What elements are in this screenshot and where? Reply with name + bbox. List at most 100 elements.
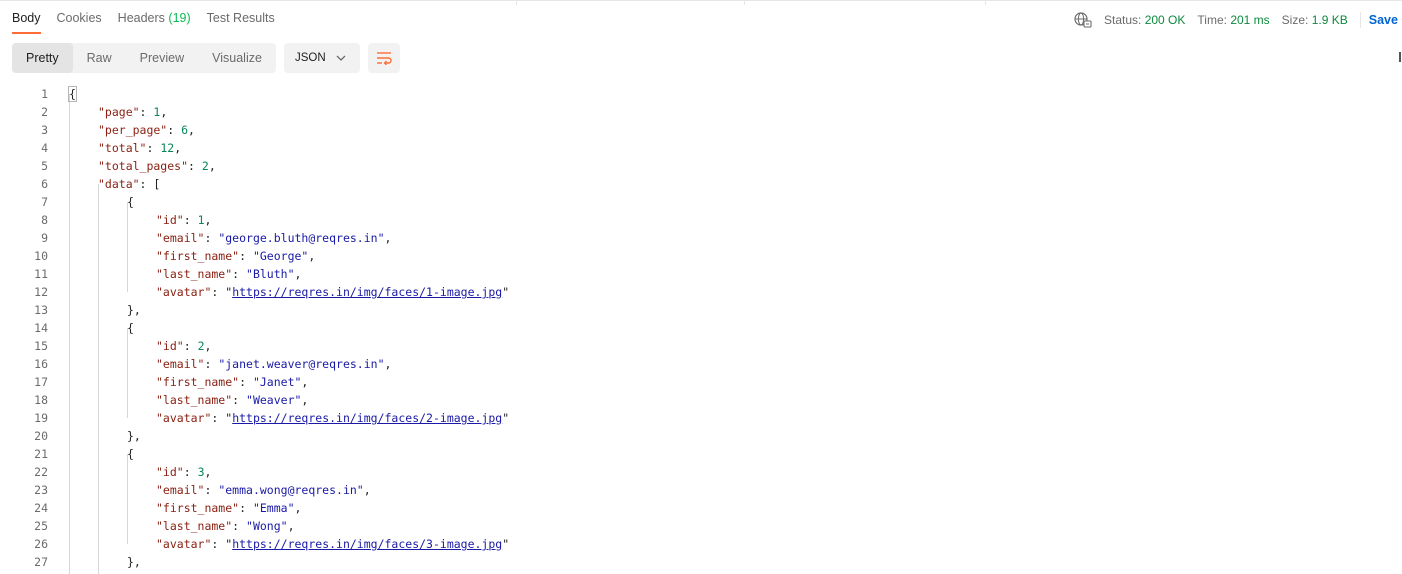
code-text: "per_page": 6, [98, 121, 195, 139]
code-line: 10 "first_name": "George", [0, 247, 1402, 265]
globe-network-icon[interactable] [1074, 12, 1092, 28]
json-colon: : [188, 159, 202, 173]
json-comma: , [301, 393, 309, 407]
code-text: "avatar": "https://reqres.in/img/faces/3… [156, 535, 509, 553]
code-text: "email": "janet.weaver@reqres.in", [156, 355, 391, 373]
line-number: 9 [41, 231, 48, 245]
tab-body[interactable]: Body [12, 11, 41, 34]
json-comma: , [188, 123, 195, 137]
language-dropdown[interactable]: JSON [283, 43, 360, 73]
json-number: 12 [160, 141, 175, 155]
response-body-editor[interactable]: 1{ 2 "page": 1, 3 "per_page": 6, 4 "total": 12… [0, 85, 1402, 574]
json-key: "avatar" [156, 285, 212, 299]
view-raw-button[interactable]: Raw [73, 43, 126, 73]
line-number: 26 [34, 537, 48, 551]
code-line: 25 "last_name": "Wong", [0, 517, 1402, 535]
code-text: "page": 1, [98, 103, 167, 121]
response-status: Status: 200 OK Time: 201 ms Size: 1.9 KB… [1074, 12, 1402, 28]
pane-edge-handle[interactable] [1399, 52, 1401, 62]
time-value: 201 ms [1230, 13, 1270, 27]
json-string: "emma.wong@reqres.in" [218, 483, 364, 497]
json-key: "last_name" [156, 519, 233, 533]
code-text: "first_name": "George", [156, 247, 315, 265]
json-colon: : [146, 141, 161, 155]
headers-count-badge: (19) [168, 11, 191, 25]
response-tab-bar: Body Cookies Headers (19) Test Results S… [0, 0, 1402, 36]
tab-headers[interactable]: Headers (19) [118, 11, 191, 34]
code-line: 12 "avatar": "https://reqres.in/img/faces… [0, 283, 1402, 301]
view-preview-button[interactable]: Preview [126, 43, 198, 73]
json-key: "total_pages" [98, 159, 189, 173]
json-key: "first_name" [156, 249, 240, 263]
wrap-lines-button[interactable] [367, 43, 400, 73]
status-code[interactable]: Status: 200 OK [1104, 13, 1185, 27]
code-line: 21 { [0, 445, 1402, 463]
json-number: 6 [181, 123, 189, 137]
code-text: "total_pages": 2, [98, 157, 216, 175]
code-lines: 1{ 2 "page": 1, 3 "per_page": 6, 4 "total": 12… [0, 85, 1402, 571]
json-url-link[interactable]: https://reqres.in/img/faces/1-image.jpg [232, 285, 502, 299]
code-text: "data": [ [98, 175, 160, 193]
view-visualize-button[interactable]: Visualize [198, 43, 276, 73]
json-colon: : [139, 177, 154, 191]
time-label: Time: [1197, 13, 1227, 27]
line-number: 25 [34, 519, 48, 533]
wrap-lines-icon [376, 52, 392, 65]
save-response-button[interactable]: Save Re [1369, 13, 1402, 27]
json-colon: : [204, 483, 219, 497]
json-colon: : [204, 357, 219, 371]
code-line: 24 "first_name": "Emma", [0, 499, 1402, 517]
json-number: 2 [197, 339, 205, 353]
response-size[interactable]: Size: 1.9 KB [1282, 13, 1348, 27]
json-colon: : [139, 105, 154, 119]
code-text: "email": "george.bluth@reqres.in", [156, 229, 391, 247]
json-colon: : [167, 123, 182, 137]
code-line: 1{ [0, 85, 1402, 103]
json-colon: : [183, 465, 198, 479]
json-comma: , [384, 231, 392, 245]
json-colon: : [183, 339, 198, 353]
json-url-link[interactable]: https://reqres.in/img/faces/2-image.jpg [232, 411, 502, 425]
json-number: 3 [197, 465, 205, 479]
json-key: "last_name" [156, 267, 233, 281]
code-text: "id": 3, [156, 463, 211, 481]
json-url-link[interactable]: https://reqres.in/img/faces/3-image.jpg [232, 537, 502, 551]
code-line: 26 "avatar": "https://reqres.in/img/faces… [0, 535, 1402, 553]
json-bracket: { [127, 195, 134, 209]
body-toolbar: Pretty Raw Preview Visualize JSON [12, 43, 400, 73]
json-key: "email" [156, 231, 205, 245]
json-comma: , [174, 141, 182, 155]
status-label: Status: [1104, 13, 1142, 27]
json-quote: " [502, 537, 510, 551]
line-number: 10 [34, 249, 48, 263]
json-key: "data" [98, 177, 140, 191]
json-colon: : [239, 501, 253, 515]
code-text: "avatar": "https://reqres.in/img/faces/2… [156, 409, 509, 427]
view-pretty-button[interactable]: Pretty [12, 43, 73, 73]
line-number: 24 [34, 501, 48, 515]
json-colon: : [211, 411, 226, 425]
tab-test-results[interactable]: Test Results [207, 11, 275, 34]
line-number: 8 [41, 213, 48, 227]
code-text: "last_name": "Bluth", [156, 265, 301, 283]
json-key: "last_name" [156, 393, 233, 407]
line-number: 27 [34, 555, 48, 569]
tab-cookies[interactable]: Cookies [57, 11, 102, 34]
line-number: 11 [34, 267, 48, 281]
code-text: }, [127, 301, 141, 319]
json-string: "Bluth" [246, 267, 295, 281]
json-comma: , [160, 105, 168, 119]
code-text: }, [127, 427, 141, 445]
line-number: 14 [34, 321, 48, 335]
line-number: 23 [34, 483, 48, 497]
code-line: 4 "total": 12, [0, 139, 1402, 157]
line-number: 15 [34, 339, 48, 353]
line-number: 6 [41, 177, 48, 191]
response-time[interactable]: Time: 201 ms [1197, 13, 1269, 27]
code-text: "first_name": "Janet", [156, 373, 308, 391]
code-line: 27}, [0, 553, 1402, 571]
code-line: 20}, [0, 427, 1402, 445]
json-number: 2 [201, 159, 209, 173]
response-tabs: Body Cookies Headers (19) Test Results [12, 11, 275, 34]
code-text: { [127, 319, 134, 337]
